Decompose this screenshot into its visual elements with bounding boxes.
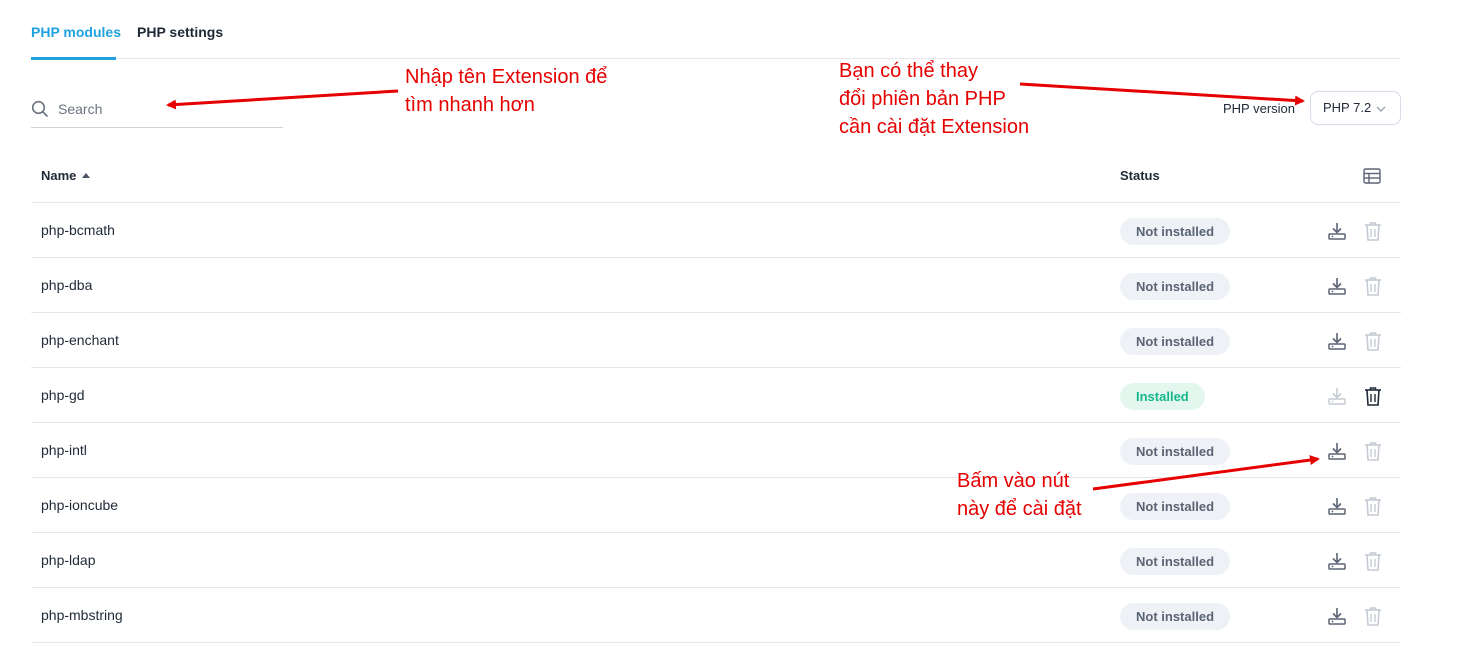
table-header: Name Status — [31, 148, 1401, 203]
trash-icon[interactable] — [1364, 386, 1382, 406]
download-install-icon[interactable] — [1327, 386, 1347, 406]
sort-ascending-icon — [82, 173, 91, 179]
annotation-line: này để cài đặt — [957, 498, 1082, 520]
module-name: php-ldap — [41, 552, 96, 568]
php-version-select[interactable]: PHP 7.2 — [1310, 91, 1401, 125]
annotation-line: Nhập tên Extension để — [405, 66, 608, 88]
table-columns-icon[interactable] — [1363, 167, 1381, 185]
trash-icon[interactable] — [1364, 441, 1382, 461]
table-row: php-dba Not installed — [31, 258, 1401, 313]
annotation-version-hint: Bạn có thể thay đổi phiên bản PHP cần cà… — [839, 57, 1029, 141]
table-row: php-ioncube Not installed — [31, 478, 1401, 533]
status-badge: Not installed — [1120, 603, 1231, 630]
status-badge: Not installed — [1120, 548, 1231, 575]
trash-icon[interactable] — [1364, 276, 1382, 296]
trash-icon[interactable] — [1364, 551, 1382, 571]
module-name: php-dba — [41, 277, 93, 293]
table-row: php-gd Installed — [31, 368, 1401, 423]
chevron-down-icon — [1376, 106, 1386, 112]
trash-icon[interactable] — [1364, 331, 1382, 351]
column-header-name[interactable]: Name — [41, 168, 91, 183]
status-badge: Not installed — [1120, 218, 1231, 245]
annotation-line: đổi phiên bản PHP — [839, 88, 1006, 110]
table-row: php-bcmath Not installed — [31, 203, 1401, 258]
download-install-icon[interactable] — [1327, 606, 1347, 626]
php-version-value: PHP 7.2 — [1323, 100, 1372, 115]
annotation-install-hint: Bấm vào nút này để cài đặt — [957, 467, 1082, 523]
module-name: php-enchant — [41, 332, 119, 348]
column-header-status: Status — [1120, 168, 1160, 183]
php-version-label: PHP version — [1223, 101, 1296, 116]
download-install-icon[interactable] — [1327, 276, 1347, 296]
module-name: php-gd — [41, 387, 85, 403]
search-box — [31, 94, 283, 128]
status-badge: Not installed — [1120, 438, 1231, 465]
module-name: php-ioncube — [41, 497, 119, 513]
trash-icon[interactable] — [1364, 221, 1382, 241]
arrow-to-php-version — [1019, 82, 1305, 106]
active-tab-indicator — [31, 57, 116, 60]
annotation-line: Bấm vào nút — [957, 470, 1070, 492]
search-icon — [31, 100, 48, 117]
tab-php-settings[interactable]: PHP settings — [137, 24, 223, 40]
download-install-icon[interactable] — [1327, 221, 1347, 241]
module-name: php-intl — [41, 442, 87, 458]
annotation-line: cần cài đặt Extension — [839, 116, 1030, 138]
download-install-icon[interactable] — [1327, 331, 1347, 351]
download-install-icon[interactable] — [1327, 441, 1347, 461]
download-install-icon[interactable] — [1327, 496, 1347, 516]
annotation-search-hint: Nhập tên Extension để tìm nhanh hơn — [405, 63, 607, 119]
status-badge: Not installed — [1120, 328, 1231, 355]
table-row: php-ldap Not installed — [31, 533, 1401, 588]
status-badge: Not installed — [1120, 273, 1231, 300]
module-name: php-bcmath — [41, 222, 115, 238]
trash-icon[interactable] — [1364, 606, 1382, 626]
tab-bar: PHP modules PHP settings — [31, 0, 1401, 60]
status-badge: Installed — [1120, 383, 1205, 410]
search-input[interactable] — [58, 98, 278, 120]
status-badge: Not installed — [1120, 493, 1231, 520]
column-header-name-label: Name — [41, 168, 77, 183]
annotation-line: tìm nhanh hơn — [405, 94, 535, 116]
table-row: php-mbstring Not installed — [31, 588, 1401, 643]
module-name: php-mbstring — [41, 607, 123, 623]
annotation-line: Bạn có thể thay — [839, 60, 978, 82]
table-row: php-intl Not installed — [31, 423, 1401, 478]
table-body: php-bcmath Not installed php-dba Not ins… — [31, 203, 1401, 643]
modules-table: Name Status php-bcmath Not installed php… — [31, 148, 1401, 643]
trash-icon[interactable] — [1364, 496, 1382, 516]
download-install-icon[interactable] — [1327, 551, 1347, 571]
tab-php-modules[interactable]: PHP modules — [31, 24, 121, 40]
table-row: php-enchant Not installed — [31, 313, 1401, 368]
